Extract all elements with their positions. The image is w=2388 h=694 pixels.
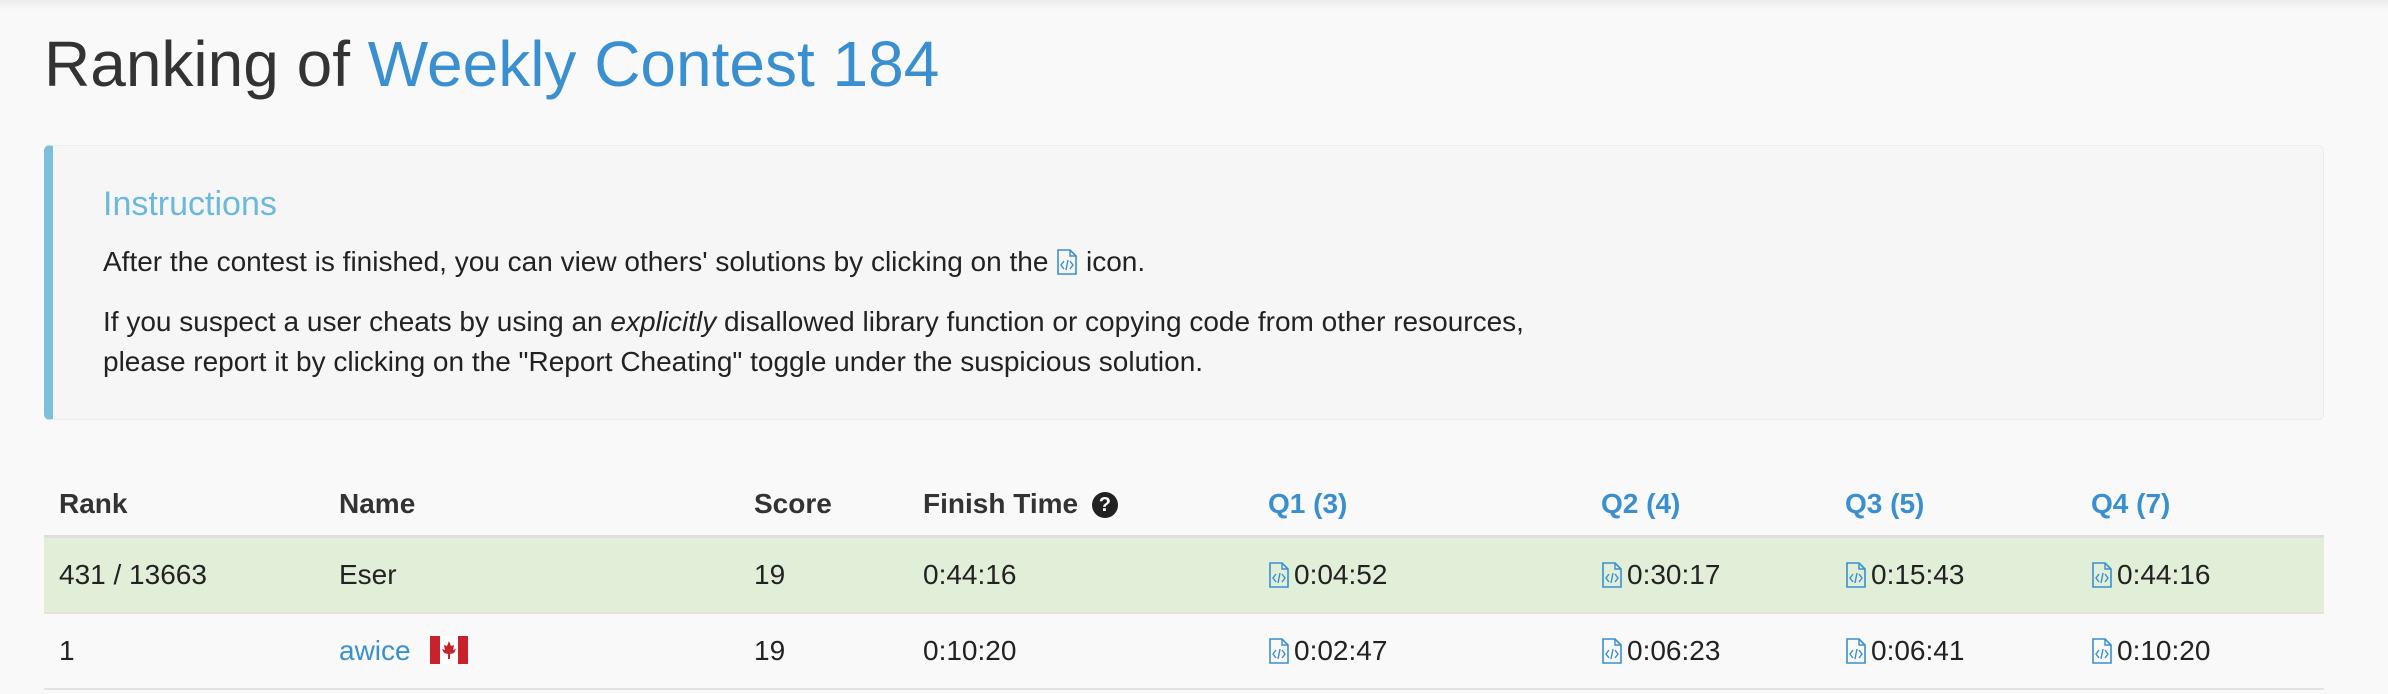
- cell-name: awice: [324, 613, 739, 690]
- cell-rank: 431 / 13663: [44, 536, 324, 614]
- cell-q4-time: 0:44:16: [2117, 559, 2211, 590]
- header-finish-time-label: Finish Time: [923, 487, 1079, 519]
- code-file-icon[interactable]: [1845, 562, 1867, 588]
- cell-q2-time: 0:06:23: [1627, 635, 1721, 666]
- code-file-icon[interactable]: [1268, 562, 1290, 588]
- header-finish-time: Finish Time ?: [908, 472, 1253, 538]
- instructions-emphasis: explicitly: [610, 306, 717, 337]
- help-icon[interactable]: ?: [1091, 491, 1118, 518]
- cell-q3-time: 0:15:43: [1871, 559, 1965, 590]
- code-file-icon[interactable]: [1601, 562, 1623, 588]
- title-prefix: Ranking of: [44, 28, 350, 100]
- instructions-line-1: After the contest is finished, you can v…: [103, 242, 1145, 282]
- user-link[interactable]: awice: [339, 635, 411, 666]
- code-file-icon[interactable]: [1845, 638, 1867, 664]
- cell-score: 19: [739, 613, 908, 690]
- code-file-icon: [1057, 249, 1077, 275]
- cell-q4: 0:44:16: [2076, 536, 2324, 614]
- cell-finish-time: 0:10:20: [908, 613, 1253, 690]
- top-shadow: [0, 0, 2388, 10]
- cell-q4-time: 0:10:20: [2117, 635, 2211, 666]
- header-rank: Rank: [44, 472, 324, 538]
- code-file-icon[interactable]: [1268, 638, 1290, 664]
- header-q3[interactable]: Q3 (5): [1830, 472, 2076, 538]
- cell-rank: 1: [44, 613, 324, 690]
- cell-q1: 0:02:47: [1253, 613, 1586, 690]
- header-score: Score: [739, 472, 908, 538]
- cell-score: 19: [739, 536, 908, 614]
- page-title: Ranking of Weekly Contest 184: [44, 26, 939, 102]
- ranking-table: Rank Name Score Finish Time ? Q1 (3) Q2 …: [44, 472, 2324, 690]
- table-header-row: Rank Name Score Finish Time ? Q1 (3) Q2 …: [44, 472, 2324, 538]
- cell-name: Eser: [324, 536, 739, 614]
- header-name: Name: [324, 472, 739, 538]
- header-q1[interactable]: Q1 (3): [1253, 472, 1586, 538]
- table-row-current-user: 431 / 13663 Eser 19 0:44:16 0:04:52 0:30…: [44, 536, 2324, 614]
- canada-flag-icon: [430, 636, 469, 664]
- cell-q1: 0:04:52: [1253, 536, 1586, 614]
- contest-link[interactable]: Weekly Contest 184: [368, 28, 940, 100]
- instructions-line-1-after: icon.: [1085, 246, 1146, 277]
- instructions-line-1-before: After the contest is finished, you can v…: [103, 246, 1049, 277]
- cell-q3: 0:15:43: [1830, 536, 2076, 614]
- instructions-line-2-after: disallowed library function or copying c…: [724, 306, 1524, 337]
- code-file-icon[interactable]: [1601, 638, 1623, 664]
- code-file-icon[interactable]: [2091, 638, 2113, 664]
- cell-q3-time: 0:06:41: [1871, 635, 1965, 666]
- cell-q1-time: 0:04:52: [1294, 559, 1388, 590]
- header-q4[interactable]: Q4 (7): [2076, 472, 2324, 538]
- code-file-icon[interactable]: [2091, 562, 2113, 588]
- cell-q2: 0:30:17: [1586, 536, 1830, 614]
- cell-q4: 0:10:20: [2076, 613, 2324, 690]
- cell-finish-time: 0:44:16: [908, 536, 1253, 614]
- instructions-line-2: If you suspect a user cheats by using an…: [103, 302, 1524, 382]
- cell-q2-time: 0:30:17: [1627, 559, 1721, 590]
- table-row: 1 awice 19 0:10:20 0:02:47 0:06:23 0:06:…: [44, 613, 2324, 690]
- instructions-heading: Instructions: [103, 185, 277, 223]
- instructions-panel: Instructions After the contest is finish…: [44, 145, 2324, 420]
- instructions-line-2-before: If you suspect a user cheats by using an: [103, 306, 603, 337]
- instructions-line-3: please report it by clicking on the "Rep…: [103, 346, 1204, 377]
- cell-q1-time: 0:02:47: [1294, 635, 1388, 666]
- cell-q3: 0:06:41: [1830, 613, 2076, 690]
- header-q2[interactable]: Q2 (4): [1586, 472, 1830, 538]
- cell-q2: 0:06:23: [1586, 613, 1830, 690]
